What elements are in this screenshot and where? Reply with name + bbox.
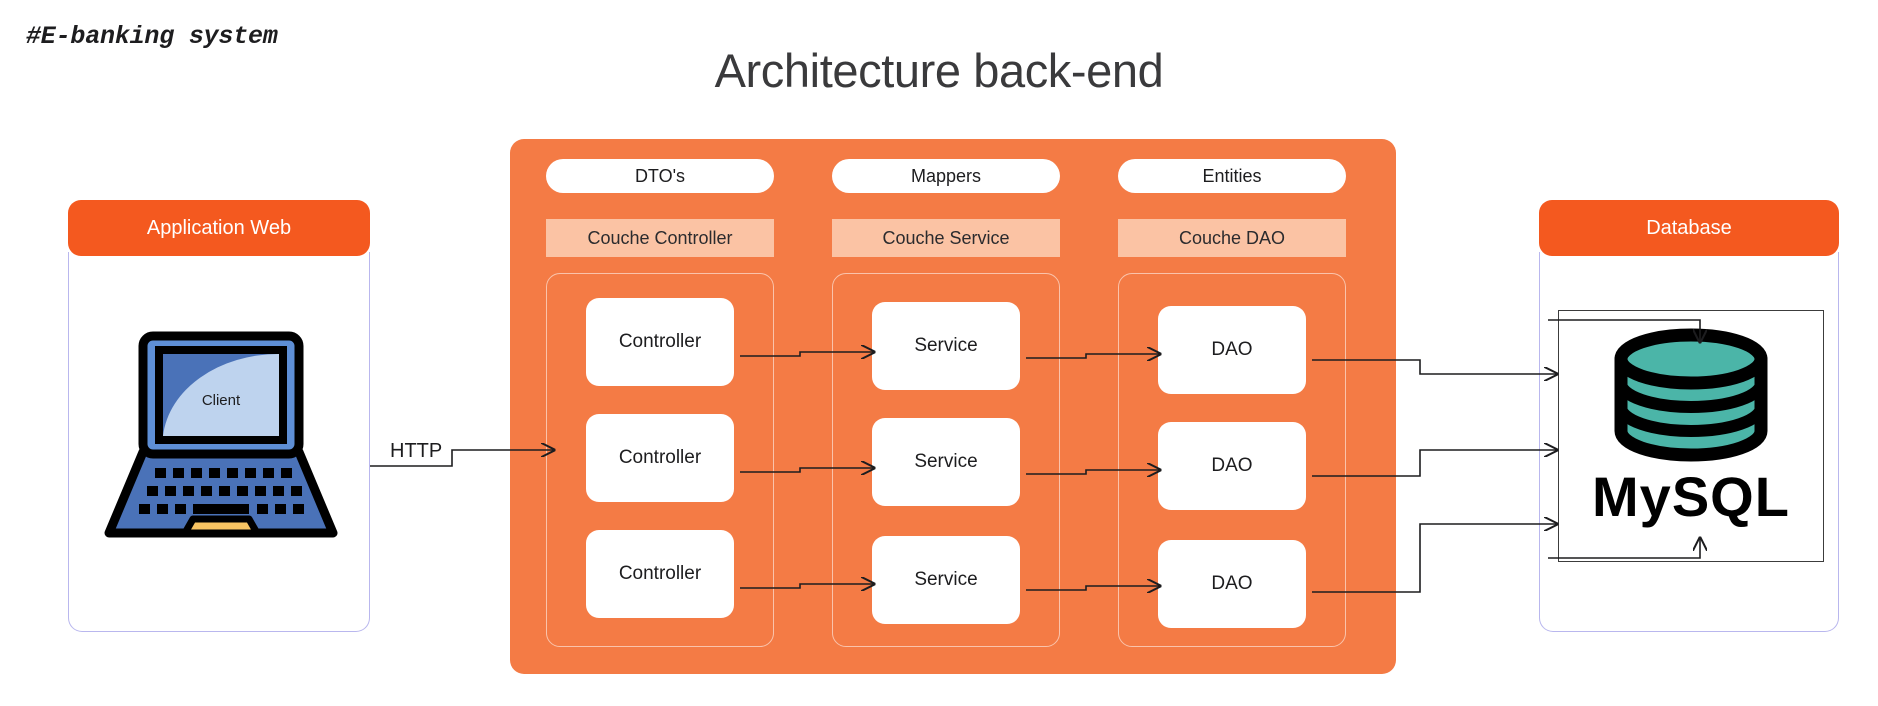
node-controller-2[interactable]: Controller [586,414,734,502]
node-service-3[interactable]: Service [872,536,1020,624]
column-dao: Entities Couche DAO DAO DAO DAO [1118,159,1346,647]
database-header: Database [1539,200,1839,256]
group-dao: DAO DAO DAO [1118,273,1346,647]
application-web-body: Client [68,252,370,632]
pill-entities: Entities [1118,159,1346,193]
group-controller: Controller Controller Controller [546,273,774,647]
pill-dtos: DTO's [546,159,774,193]
layer-couche-dao: Couche DAO [1118,219,1346,257]
node-dao-2[interactable]: DAO [1158,422,1306,510]
application-web-card: Application Web Client [68,200,370,632]
diagram-canvas: #E-banking system Architecture back-end … [0,0,1878,706]
pill-mappers: Mappers [832,159,1060,193]
database-body: MySQL [1539,252,1839,632]
node-controller-1[interactable]: Controller [586,298,734,386]
page-title: Architecture back-end [714,44,1164,97]
layer-couche-service: Couche Service [832,219,1060,257]
mysql-logo: MySQL [1592,328,1790,528]
node-dao-1[interactable]: DAO [1158,306,1306,394]
mysql-frame: MySQL [1558,310,1824,562]
http-label: HTTP [390,440,443,462]
node-service-1[interactable]: Service [872,302,1020,390]
node-dao-3[interactable]: DAO [1158,540,1306,628]
laptop-icon: Client [104,331,338,538]
group-service: Service Service Service [832,273,1060,647]
column-service: Mappers Couche Service Service Service S… [832,159,1060,647]
layer-couche-controller: Couche Controller [546,219,774,257]
laptop-screen-label: Client [202,392,241,409]
backend-panel: DTO's Couche Controller Controller Contr… [510,139,1396,674]
node-controller-3[interactable]: Controller [586,530,734,618]
database-card: Database MySQL [1539,200,1839,632]
node-service-2[interactable]: Service [872,418,1020,506]
column-controller: DTO's Couche Controller Controller Contr… [546,159,774,647]
application-web-header: Application Web [68,200,370,256]
mysql-label: MySQL [1592,465,1790,528]
